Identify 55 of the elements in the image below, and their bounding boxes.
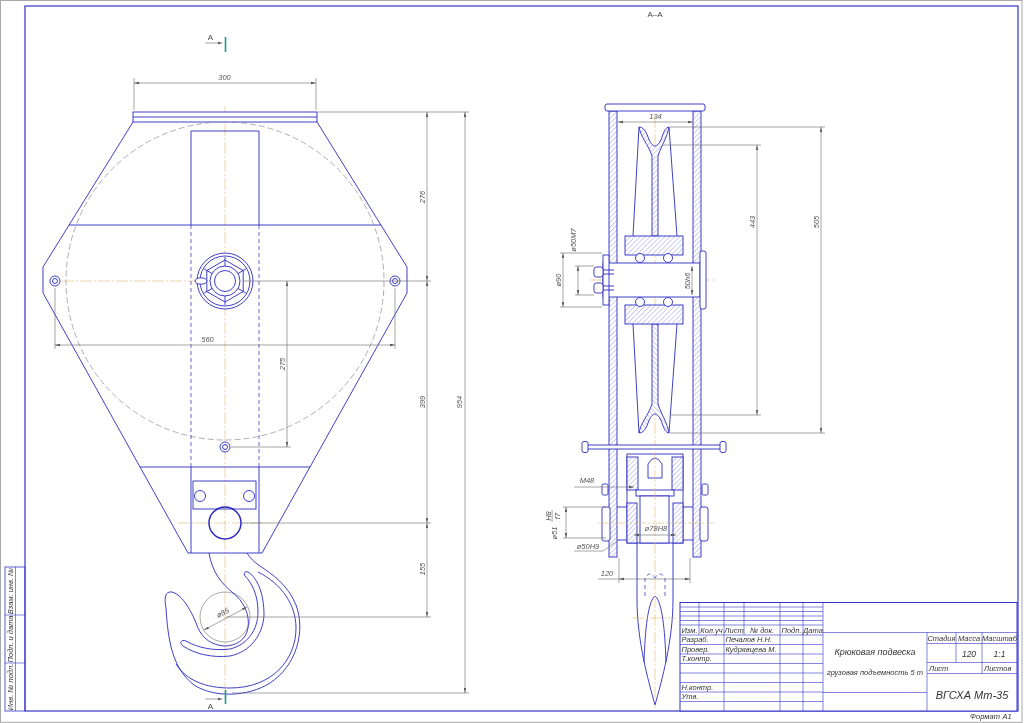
extension-line [394, 287, 396, 350]
trunnion-end-cap [601, 506, 611, 542]
bolt [593, 282, 615, 294]
extension-line [562, 506, 607, 508]
section-arrow [204, 41, 223, 45]
bolt [593, 266, 615, 278]
dimension-line [690, 265, 694, 296]
section-letter: А [207, 33, 214, 42]
dimension-line [561, 252, 565, 308]
hook-pin [208, 506, 242, 540]
extension-line [574, 294, 595, 296]
section-title: А–А [647, 10, 663, 19]
bolt-end [389, 275, 401, 287]
extension-line [133, 77, 135, 111]
extension-line [689, 557, 691, 584]
hub-section [624, 304, 684, 325]
axle-end-cap [699, 250, 707, 310]
section-cut-mark [224, 689, 227, 705]
dimension-line [576, 265, 580, 296]
dimension-line [573, 485, 635, 489]
extension-line [618, 557, 620, 584]
bearing-ball [635, 297, 645, 307]
field-value: 120 [961, 649, 977, 659]
bolt-head [701, 483, 709, 496]
extension-line [562, 537, 607, 539]
hook-seat-circle [199, 591, 251, 643]
drawing-title: Крюковая подвеска [834, 646, 916, 657]
bolt-end [219, 441, 231, 453]
bearing-ball [663, 297, 673, 307]
extension-line [559, 252, 603, 254]
section-letter: А [207, 702, 214, 711]
bearing-ball [663, 253, 673, 263]
extension-line [574, 265, 595, 267]
extension-line [559, 306, 603, 308]
hub-section [624, 235, 684, 256]
lock-plate [602, 254, 610, 306]
extension-line [54, 287, 56, 350]
dimension-line [633, 533, 677, 537]
axle-end-nut [194, 252, 254, 310]
thrust-bearing [635, 489, 675, 497]
drawing-designation: ВГСХА Мт-35 [935, 688, 1009, 701]
dimension-line [564, 506, 568, 539]
bolt-head [243, 490, 255, 502]
field-value: 1:1 [993, 649, 1006, 659]
bolt-head [194, 490, 206, 502]
trunnion-end-cap [699, 506, 709, 542]
dimension-line [203, 606, 248, 631]
leader-line [573, 540, 618, 552]
extension-line [230, 446, 292, 448]
section-arrow [204, 697, 223, 701]
bolt-head [601, 483, 609, 496]
bolt-plate [192, 480, 257, 510]
section-cut-mark [224, 36, 227, 53]
bolt-end [49, 275, 61, 287]
bearing-ball [635, 253, 645, 263]
